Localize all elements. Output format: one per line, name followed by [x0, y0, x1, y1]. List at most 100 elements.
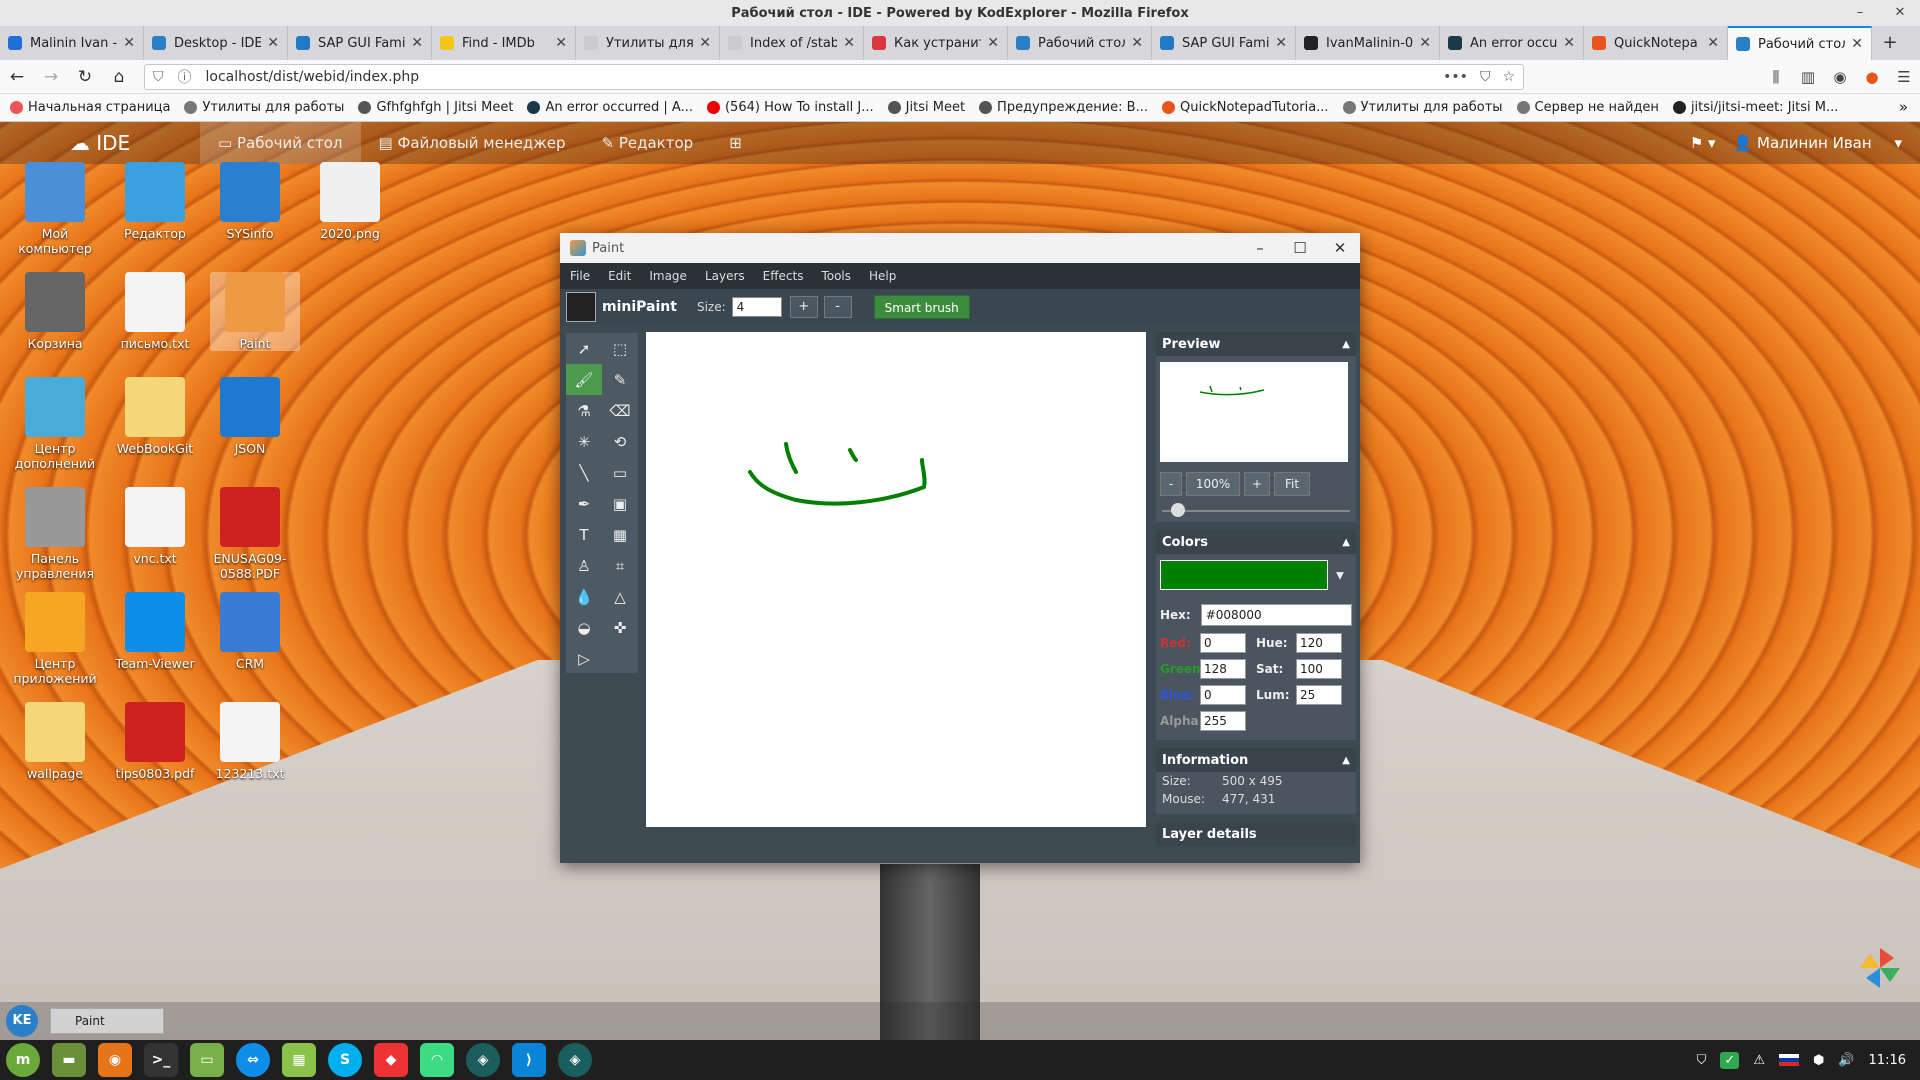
bulge-tool-icon[interactable]: ◒ [566, 612, 602, 643]
close-tab-icon[interactable]: ✕ [123, 35, 135, 51]
rect-select-tool-icon[interactable]: ⬚ [602, 333, 638, 364]
forward-button[interactable]: → [34, 67, 68, 87]
tab-10[interactable]: An error occu ✕ [1440, 26, 1584, 60]
url-bar[interactable]: ⛉ ⓘ localhost/dist/webid/index.php ••• ⛉… [144, 63, 1524, 90]
menu-icon[interactable]: ☰ [1888, 68, 1920, 86]
close-tab-icon[interactable]: ✕ [1275, 35, 1287, 51]
text-tool-icon[interactable]: T [566, 519, 602, 550]
lum-input[interactable]: 25 [1296, 685, 1342, 705]
size-plus-button[interactable]: + [789, 296, 818, 318]
green-input[interactable]: 128 [1200, 659, 1246, 679]
files-icon[interactable]: ▭ [190, 1043, 224, 1077]
vscode-icon[interactable]: ⟩ [512, 1043, 546, 1077]
menu-tools[interactable]: Tools [821, 269, 851, 283]
tab-9[interactable]: IvanMalinin-0 ✕ [1296, 26, 1440, 60]
desktop-icon-0[interactable]: Мой компьютер [10, 162, 100, 256]
colors-header[interactable]: Colors ▲ [1156, 530, 1356, 554]
calculator-icon[interactable]: ▦ [282, 1043, 316, 1077]
gradient-tool-icon[interactable]: ▦ [602, 519, 638, 550]
minimize-button[interactable]: – [1840, 0, 1880, 26]
bookmark-8[interactable]: Утилиты для работы [1342, 100, 1503, 115]
fill-tool-icon[interactable]: ⟲ [602, 426, 638, 457]
pen-tool-icon[interactable]: ✒ [566, 488, 602, 519]
zoom-fit-button[interactable]: Fit [1274, 472, 1310, 496]
tab-2[interactable]: SAP GUI Famil ✕ [288, 26, 432, 60]
tab-11[interactable]: QuickNotepa ✕ [1584, 26, 1728, 60]
desktop-icon-18[interactable]: 123213.txt [205, 702, 295, 781]
clock[interactable]: 11:16 [1869, 1053, 1906, 1068]
close-window-button[interactable]: ✕ [1880, 0, 1920, 26]
size-minus-button[interactable]: - [823, 296, 852, 318]
android-studio-icon[interactable]: ◠ [420, 1043, 454, 1077]
bookmark-4[interactable]: (564) How To install J... [706, 100, 874, 115]
zoom-out-button[interactable]: - [1160, 472, 1182, 496]
desktop-icon-15[interactable]: CRM [205, 592, 295, 671]
bookmark-0[interactable]: Начальная страница [10, 100, 170, 115]
apps-grid-icon[interactable]: ⊞ [711, 122, 760, 164]
close-tab-icon[interactable]: ✕ [267, 35, 279, 51]
menu-edit[interactable]: Edit [608, 269, 631, 283]
select-tool-icon[interactable]: ➚ [566, 333, 602, 364]
network-icon[interactable]: ⬢ [1813, 1053, 1824, 1068]
tab-6[interactable]: Как устранит ✕ [864, 26, 1008, 60]
animation-tool-icon[interactable]: ✜ [602, 612, 638, 643]
bookmark-10[interactable]: jitsi/jitsi-meet: Jitsi M... [1672, 100, 1838, 115]
blue-input[interactable]: 0 [1200, 685, 1246, 705]
tab-8[interactable]: SAP GUI Famil ✕ [1152, 26, 1296, 60]
layer-details-header[interactable]: Layer details [1156, 822, 1356, 846]
close-tab-icon[interactable]: ✕ [1563, 35, 1575, 51]
kodexplorer-start-button[interactable]: KE [6, 1005, 38, 1037]
eraser-tool-icon[interactable]: ⌫ [602, 395, 638, 426]
zoom-slider-handle[interactable] [1171, 503, 1185, 517]
paint-minimize-button[interactable]: – [1240, 239, 1280, 257]
menu-file[interactable]: File [570, 269, 590, 283]
desktop-icon-11[interactable]: vnc.txt [110, 487, 200, 566]
new-tab-button[interactable]: + [1872, 26, 1908, 60]
desktop-icon-14[interactable]: Team-Viewer [110, 592, 200, 671]
url-text[interactable]: localhost/dist/webid/index.php [206, 69, 1432, 85]
line-tool-icon[interactable]: ╲ [566, 457, 602, 488]
desktop-icon-9[interactable]: JSON [205, 377, 295, 456]
sharpen-tool-icon[interactable]: △ [602, 581, 638, 612]
desktop-icon-16[interactable]: wallpage [10, 702, 100, 781]
library-icon[interactable]: ⫼ [1760, 68, 1792, 86]
volume-icon[interactable]: 🔊 [1838, 1053, 1854, 1068]
bookmark-9[interactable]: Сервер не найден [1516, 100, 1659, 115]
zoom-slider[interactable] [1156, 500, 1356, 522]
media-tool-icon[interactable]: ▷ [566, 643, 602, 674]
tab-0[interactable]: Malinin Ivan - ✕ [0, 26, 144, 60]
anydesk-icon[interactable]: ◆ [374, 1043, 408, 1077]
close-tab-icon[interactable]: ✕ [1419, 35, 1431, 51]
tab-5[interactable]: Index of /stable/ ✕ [720, 26, 864, 60]
info-icon[interactable]: ⓘ [178, 67, 192, 87]
gitkraken-icon-2[interactable]: ◈ [558, 1043, 592, 1077]
warning-icon[interactable]: ⚠ [1753, 1053, 1765, 1068]
mint-menu-icon[interactable]: m [6, 1043, 40, 1077]
rectangle-tool-icon[interactable]: ▭ [602, 457, 638, 488]
home-button[interactable]: ⌂ [102, 67, 136, 87]
image-tool-icon[interactable]: ▣ [602, 488, 638, 519]
paint-titlebar[interactable]: Paint – ☐ ✕ [560, 233, 1360, 263]
alpha-input[interactable]: 255 [1200, 711, 1246, 731]
close-tab-icon[interactable]: ✕ [1851, 36, 1863, 52]
shield-icon[interactable]: ⛉ [1697, 1053, 1707, 1068]
sat-input[interactable]: 100 [1296, 659, 1342, 679]
tab-7[interactable]: Рабочий стол ✕ [1008, 26, 1152, 60]
desktop-icon-3[interactable]: 2020.png [305, 162, 395, 241]
desktop-icon-17[interactable]: tips0803.pdf [110, 702, 200, 781]
update-check-icon[interactable]: ✓ [1720, 1051, 1740, 1069]
desktop-icon-1[interactable]: Редактор [110, 162, 200, 241]
terminal-icon[interactable]: >_ [144, 1043, 178, 1077]
bookmark-1[interactable]: Утилиты для работы [184, 100, 344, 115]
pipette-tool-icon[interactable]: ⚗ [566, 395, 602, 426]
desktop-icon-10[interactable]: Панель управления [10, 487, 100, 581]
pencil-tool-icon[interactable]: ✎ [602, 364, 638, 395]
preview-header[interactable]: Preview ▲ [1156, 332, 1356, 356]
red-input[interactable]: 0 [1200, 633, 1246, 653]
close-tab-icon[interactable]: ✕ [843, 35, 855, 51]
menu-image[interactable]: Image [649, 269, 687, 283]
drawing-canvas[interactable] [646, 332, 1146, 827]
blur-tool-icon[interactable]: 💧 [566, 581, 602, 612]
bookmark-6[interactable]: Предупреждение: В... [979, 100, 1148, 115]
desktop-icon-2[interactable]: SYSinfo [205, 162, 295, 241]
